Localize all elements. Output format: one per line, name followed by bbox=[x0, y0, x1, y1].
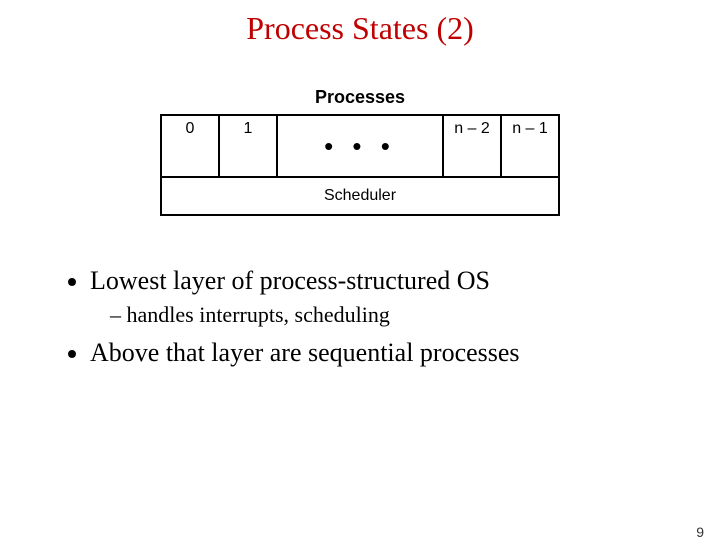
process-slot-1: 1 bbox=[220, 116, 278, 176]
process-slot-n-1: n – 1 bbox=[502, 116, 558, 176]
processes-label: Processes bbox=[160, 87, 560, 108]
ellipsis: • • • bbox=[278, 116, 444, 176]
process-slots-row: 0 1 • • • n – 2 n – 1 bbox=[160, 114, 560, 176]
bullet-1: Lowest layer of process-structured OS ha… bbox=[90, 266, 670, 328]
process-diagram: Processes 0 1 • • • n – 2 n – 1 Schedule… bbox=[160, 87, 560, 216]
bullet-1-sub: handles interrupts, scheduling bbox=[110, 302, 670, 328]
process-slot-0: 0 bbox=[162, 116, 220, 176]
bullet-2: Above that layer are sequential processe… bbox=[90, 338, 670, 368]
slide-title: Process States (2) bbox=[0, 10, 720, 47]
page-number: 9 bbox=[696, 524, 704, 540]
process-slot-n-2: n – 2 bbox=[444, 116, 502, 176]
bullet-list: Lowest layer of process-structured OS ha… bbox=[60, 266, 670, 368]
bullet-1-text: Lowest layer of process-structured OS bbox=[90, 266, 490, 295]
scheduler-box: Scheduler bbox=[160, 176, 560, 216]
